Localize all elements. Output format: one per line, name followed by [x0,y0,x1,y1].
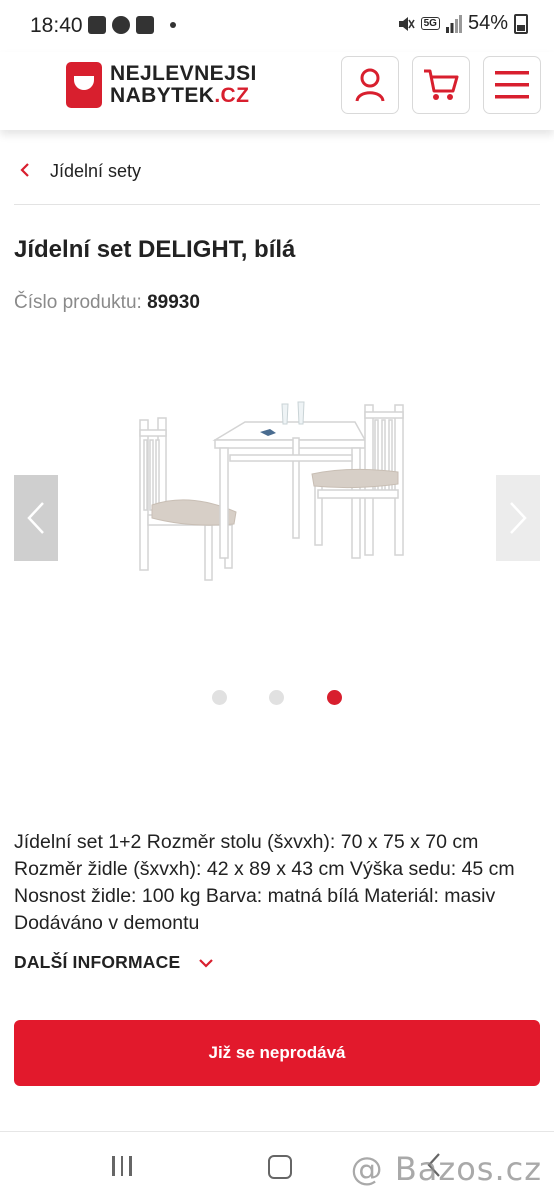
site-logo[interactable]: NEJLEVNEJSI NABYTEK.CZ [66,62,257,108]
chevron-left-icon [27,502,44,534]
hamburger-menu-icon [495,71,529,99]
more-notifications-icon [170,22,176,28]
facebook-notification-icon [112,16,130,34]
product-gallery [0,370,554,670]
site-header: NEJLEVNEJSI NABYTEK.CZ [0,52,554,130]
logo-suffix: .CZ [214,84,250,107]
product-number-label: Číslo produktu: [14,292,142,313]
cart-button[interactable] [412,56,470,114]
status-bar: 18:40 5G 54% [0,0,554,52]
product-number: Číslo produktu: 89930 [14,292,200,314]
notification-icons [88,16,176,34]
system-nav-bar: @ Bazos.cz [0,1131,554,1201]
status-time: 18:40 [30,14,83,37]
logo-text: NEJLEVNEJSI NABYTEK.CZ [110,63,257,107]
not-available-button[interactable]: Již se neprodává [14,1020,540,1086]
account-button[interactable] [341,56,399,114]
logo-line1: NEJLEVNEJSI [110,62,257,85]
gallery-prev-button[interactable] [14,475,58,561]
minus-notification-icon [136,16,154,34]
gallery-next-button[interactable] [496,475,540,561]
user-icon [355,68,385,102]
mute-icon [398,16,415,31]
chevron-down-icon [199,958,214,968]
network-5g-icon: 5G [420,17,440,30]
chevron-right-icon [510,502,527,534]
menu-button[interactable] [483,56,541,114]
bazos-watermark: @ Bazos.cz [350,1150,542,1188]
gallery-dot-1[interactable] [212,690,227,705]
page-title: Jídelní set DELIGHT, bílá [14,236,296,263]
gallery-dot-3[interactable] [327,690,342,705]
more-info-toggle[interactable]: DALŠÍ INFORMACE [14,952,214,973]
more-info-label[interactable]: DALŠÍ INFORMACE [14,952,180,973]
gallery-dot-2[interactable] [269,690,284,705]
breadcrumb[interactable]: Jídelní sety [14,160,540,205]
chevron-left-icon [20,160,50,180]
breadcrumb-label[interactable]: Jídelní sety [50,160,141,182]
battery-percent: 54% [467,12,508,34]
gallery-notification-icon [88,16,106,34]
logo-mascot-icon [66,62,102,108]
battery-icon [514,13,528,34]
home-button[interactable] [268,1155,292,1179]
product-description: Jídelní set 1+2 Rozměr stolu (šxvxh): 70… [14,831,515,934]
signal-icon [445,14,462,33]
product-image[interactable] [130,400,420,590]
gallery-dots [0,690,554,706]
status-right: 5G 54% [397,12,528,35]
logo-line2: NABYTEK [110,84,215,107]
product-number-value: 89930 [147,292,200,313]
cart-icon [424,69,459,100]
recent-apps-button[interactable] [112,1156,132,1176]
